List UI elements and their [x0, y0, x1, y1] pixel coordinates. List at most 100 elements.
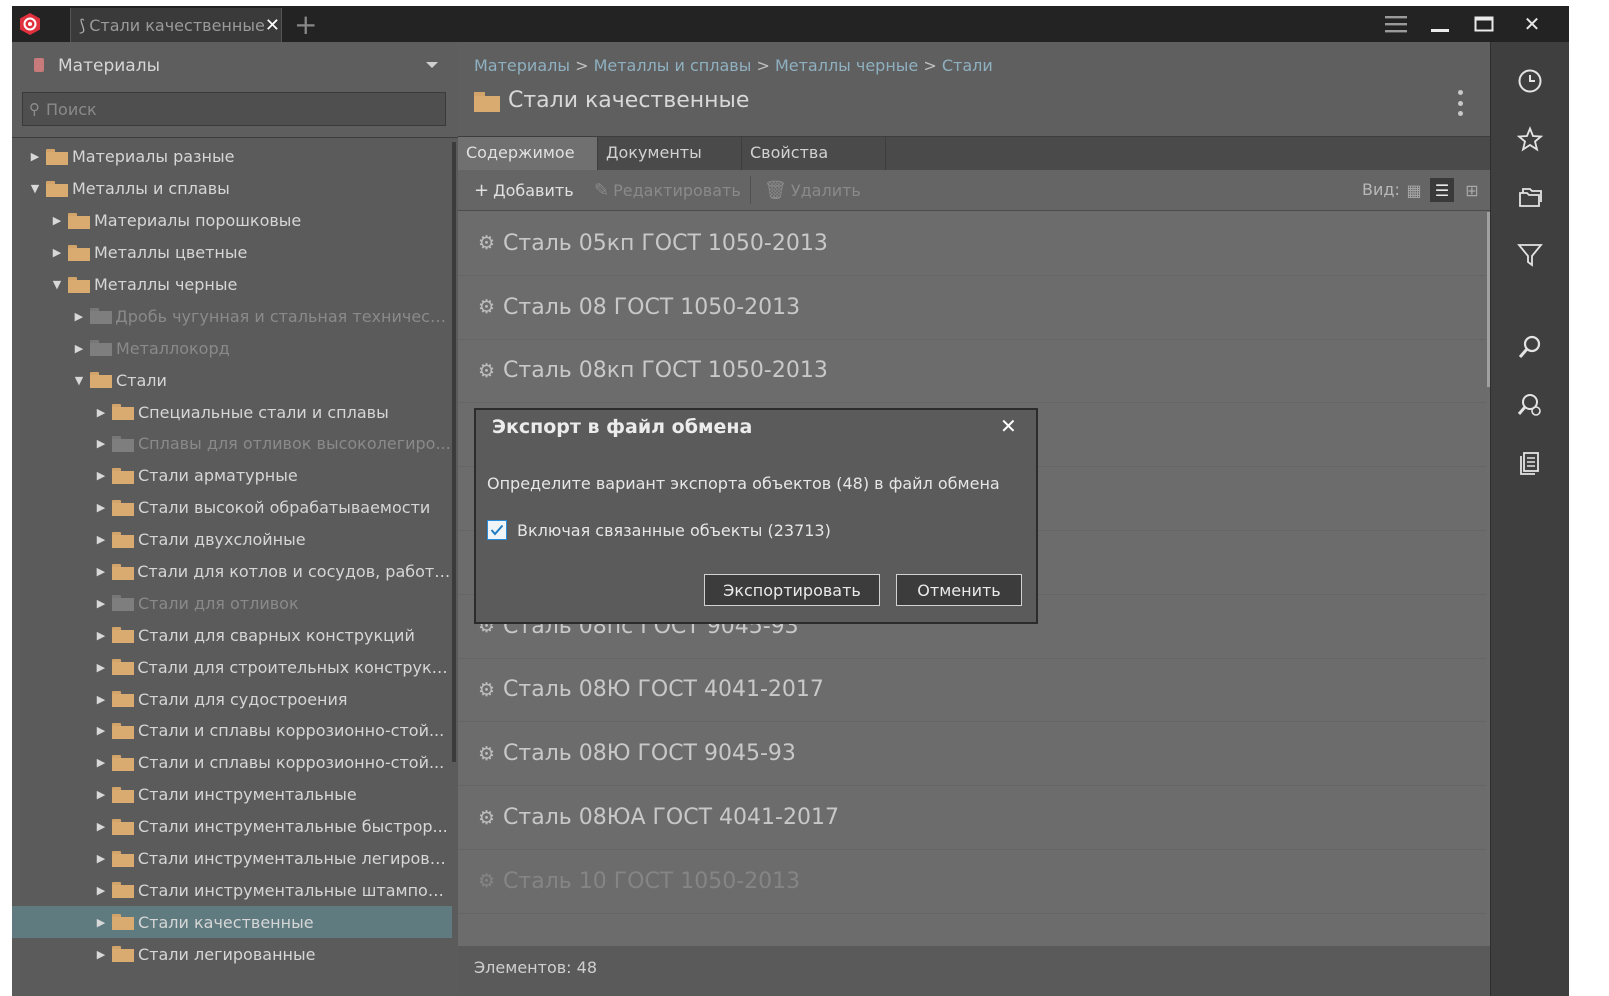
expand-down-icon[interactable]: ▼: [72, 373, 86, 387]
tree-item[interactable]: ▶ Стали высокой обрабатываемости: [12, 492, 452, 524]
tree-item[interactable]: ▶ Сплавы для отливок высоколегиро...: [12, 428, 452, 460]
folders-icon[interactable]: [1515, 182, 1545, 212]
tree-item[interactable]: ▶ Материалы разные: [12, 141, 452, 173]
edit-button[interactable]: ✎ Редактировать: [594, 170, 741, 210]
hamburger-menu-icon[interactable]: [1382, 6, 1410, 42]
tree-item[interactable]: ▶ Стали для сварных конструкций: [12, 619, 452, 651]
tree-item[interactable]: ▶ Дробь чугунная и стальная техническая: [12, 300, 452, 332]
close-icon[interactable]: ✕: [1000, 414, 1017, 438]
expand-right-icon[interactable]: ▶: [94, 883, 108, 897]
tree-item[interactable]: ▼ Стали: [12, 364, 452, 396]
tree-item[interactable]: ▶ Металлокорд: [12, 332, 452, 364]
expand-right-icon[interactable]: ▶: [72, 309, 86, 323]
app-logo-icon[interactable]: [18, 12, 42, 36]
tab-close-icon[interactable]: ✕: [265, 15, 280, 36]
expand-right-icon[interactable]: ▶: [94, 437, 108, 451]
list-view-icon[interactable]: ☰: [1430, 178, 1454, 202]
breadcrumb-link[interactable]: Стали: [942, 56, 993, 75]
expand-right-icon[interactable]: ▶: [94, 565, 108, 579]
chevron-down-icon[interactable]: [426, 62, 438, 68]
search-input[interactable]: [44, 98, 428, 120]
list-item[interactable]: ⚙ Сталь 05кп ГОСТ 1050-2013: [458, 212, 1486, 276]
list-item[interactable]: ⚙ Сталь 08Ю ГОСТ 4041-2017: [458, 659, 1486, 723]
expand-right-icon[interactable]: ▶: [94, 533, 108, 547]
breadcrumb-link[interactable]: Материалы: [474, 56, 570, 75]
expand-right-icon[interactable]: ▶: [94, 501, 108, 515]
list-item[interactable]: ⚙ Сталь 08кп ГОСТ 1050-2013: [458, 340, 1486, 404]
close-window-button[interactable]: ✕: [1518, 6, 1546, 42]
tree-item[interactable]: ▶ Стали двухслойные: [12, 524, 452, 556]
list-item[interactable]: ⚙ Сталь 08ЮА ГОСТ 4041-2017: [458, 786, 1486, 850]
tree-item[interactable]: ▶ Стали и сплавы коррозионно-стой...: [12, 715, 452, 747]
clock-icon[interactable]: [1515, 66, 1545, 96]
tab-document[interactable]: ⟆ Стали качественные ✕: [70, 8, 282, 42]
tab-properties[interactable]: Свойства: [742, 137, 886, 171]
expand-right-icon[interactable]: ▶: [94, 692, 108, 706]
tree-item[interactable]: ▶ Стали для котлов и сосудов, работа...: [12, 556, 452, 588]
breadcrumb-link[interactable]: Металлы и сплавы: [594, 56, 752, 75]
expand-right-icon[interactable]: ▶: [94, 596, 108, 610]
expand-right-icon[interactable]: ▶: [94, 405, 108, 419]
include-related-checkbox-row[interactable]: Включая связанные объекты (23713): [487, 520, 831, 540]
table-view-icon[interactable]: ▦: [1402, 178, 1426, 202]
folder-icon: [111, 659, 134, 676]
tab-contents[interactable]: Содержимое: [458, 137, 598, 171]
tree-item[interactable]: ▶ Стали инструментальные легирова...: [12, 843, 452, 875]
tab-documents[interactable]: Документы: [598, 137, 742, 171]
cancel-button[interactable]: Отменить: [896, 574, 1022, 606]
tree-item[interactable]: ▼ Металлы черные: [12, 269, 452, 301]
expand-right-icon[interactable]: ▶: [94, 820, 108, 834]
include-related-checkbox[interactable]: [487, 520, 507, 540]
tile-view-icon[interactable]: ⊞: [1460, 178, 1484, 202]
report-icon[interactable]: [1515, 448, 1545, 478]
tree-item[interactable]: ▶ Стали легированные: [12, 938, 452, 970]
navigation-title[interactable]: Материалы: [58, 56, 160, 76]
expand-right-icon[interactable]: ▶: [94, 915, 108, 929]
expand-right-icon[interactable]: ▶: [50, 246, 64, 260]
tree-item[interactable]: ▶ Стали инструментальные: [12, 779, 452, 811]
tree-item[interactable]: ▶ Стали арматурные: [12, 460, 452, 492]
tree-item[interactable]: ▶ Стали для отливок: [12, 587, 452, 619]
expand-right-icon[interactable]: ▶: [94, 852, 108, 866]
expand-right-icon[interactable]: ▶: [94, 947, 108, 961]
add-button[interactable]: + Добавить: [474, 170, 574, 210]
expand-right-icon[interactable]: ▶: [94, 469, 108, 483]
tree-item[interactable]: ▶ Стали инструментальные штампов...: [12, 874, 452, 906]
minimize-button[interactable]: [1426, 6, 1454, 42]
expand-right-icon[interactable]: ▶: [94, 724, 108, 738]
tree-item[interactable]: ▶ Стали и сплавы коррозионно-стой...: [12, 747, 452, 779]
filter-icon[interactable]: [1515, 240, 1545, 270]
tree-item[interactable]: ▶ Металлы цветные: [12, 237, 452, 269]
tree-item[interactable]: ▶ Специальные стали и сплавы: [12, 396, 452, 428]
expand-right-icon[interactable]: ▶: [72, 341, 86, 355]
new-tab-button[interactable]: +: [294, 8, 317, 42]
folder-icon: [112, 467, 134, 484]
expand-right-icon[interactable]: ▶: [94, 660, 108, 674]
expand-down-icon[interactable]: ▼: [50, 278, 64, 292]
expand-right-icon[interactable]: ▶: [94, 628, 108, 642]
expand-down-icon[interactable]: ▼: [28, 182, 42, 196]
panel-splitter[interactable]: [452, 142, 456, 762]
tree-item[interactable]: ▶ Материалы порошковые: [12, 205, 452, 237]
tree-item[interactable]: ▶ Стали для судостроения: [12, 683, 452, 715]
advanced-search-icon[interactable]: [1515, 390, 1545, 420]
star-icon[interactable]: [1515, 124, 1545, 154]
tree-item[interactable]: ▶ Стали для строительных конструкц...: [12, 651, 452, 683]
tree-item[interactable]: ▼ Металлы и сплавы: [12, 173, 452, 205]
tree-item[interactable]: ▶ Стали качественные: [12, 906, 452, 939]
search-box[interactable]: ⚲: [22, 92, 446, 126]
expand-right-icon[interactable]: ▶: [94, 756, 108, 770]
maximize-button[interactable]: [1470, 6, 1498, 42]
delete-button[interactable]: 🗑 Удалить: [764, 170, 861, 210]
more-options-icon[interactable]: [1458, 90, 1464, 116]
expand-right-icon[interactable]: ▶: [50, 214, 64, 228]
export-button[interactable]: Экспортировать: [704, 574, 880, 606]
breadcrumb-link[interactable]: Металлы черные: [775, 56, 918, 75]
tree-item[interactable]: ▶ Стали инструментальные быстрор...: [12, 811, 452, 843]
list-item[interactable]: ⚙ Сталь 08Ю ГОСТ 9045-93: [458, 722, 1486, 787]
list-item[interactable]: ⚙ Сталь 10 ГОСТ 1050-2013: [458, 850, 1486, 914]
expand-right-icon[interactable]: ▶: [94, 788, 108, 802]
search-icon[interactable]: [1515, 332, 1545, 362]
expand-right-icon[interactable]: ▶: [28, 150, 42, 164]
list-item[interactable]: ⚙ Сталь 08 ГОСТ 1050-2013: [458, 276, 1486, 340]
